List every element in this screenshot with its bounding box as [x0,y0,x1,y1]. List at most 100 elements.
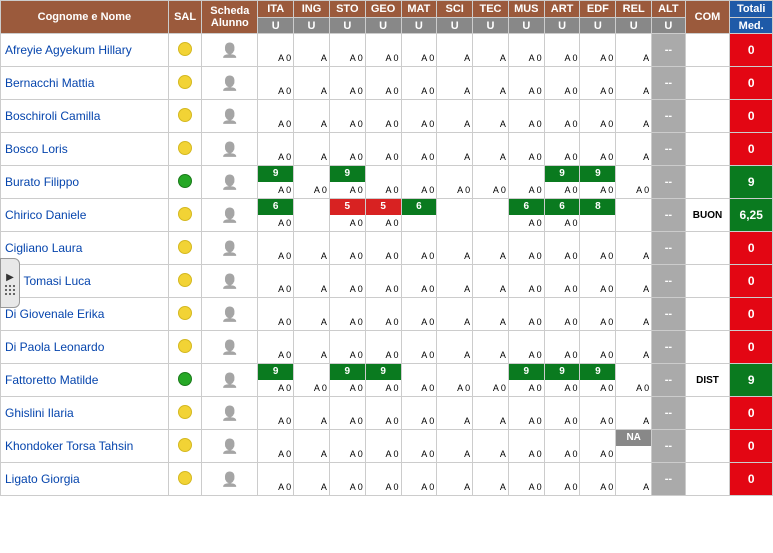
grade-cell[interactable]: A 0 [294,364,330,397]
grade-cell[interactable]: A 0 [508,67,544,100]
header-name[interactable]: Cognome e Nome [1,1,169,34]
student-name[interactable]: Cigliano Laura [1,232,169,265]
grade-cell[interactable]: A 0 [401,397,437,430]
grade-cell[interactable]: A [294,232,330,265]
grade-cell[interactable] [616,199,652,232]
header-subj-mat[interactable]: MAT [401,1,437,18]
grade-cell[interactable]: A 0 [508,166,544,199]
grade-cell[interactable] [473,199,509,232]
student-name[interactable]: Bernacchi Mattia [1,67,169,100]
scheda-alunno-button[interactable]: 👤 [202,463,258,496]
grade-cell[interactable]: A 0 [508,397,544,430]
grade-cell[interactable]: A 0 [365,298,401,331]
grade-cell[interactable]: A 0 [544,463,580,496]
grade-cell[interactable]: A 0 [329,430,365,463]
student-name[interactable]: Ghislini Ilaria [1,397,169,430]
grade-cell[interactable]: A 0 [401,133,437,166]
grade-cell[interactable]: A 0 [401,298,437,331]
grade-cell[interactable]: A [437,133,473,166]
grade-cell[interactable]: A [294,430,330,463]
grade-cell[interactable]: A [294,67,330,100]
header-subj-sto[interactable]: STO [329,1,365,18]
grade-cell[interactable]: A 0 [544,397,580,430]
scheda-alunno-button[interactable]: 👤 [202,100,258,133]
grade-cell[interactable]: A 0 [258,430,294,463]
grade-cell[interactable]: A 0 [258,34,294,67]
grade-cell[interactable]: A 0 [365,397,401,430]
student-name[interactable]: Di Giovenale Erika [1,298,169,331]
grade-cell[interactable]: A 0 [544,331,580,364]
grade-cell[interactable]: 6A 0 [544,199,580,232]
grade-cell[interactable]: NA [616,430,652,463]
grade-cell[interactable]: A 0 [365,166,401,199]
grade-cell[interactable]: A [294,133,330,166]
grade-cell[interactable]: A 0 [544,100,580,133]
grade-cell[interactable]: A 0 [616,166,652,199]
grade-cell[interactable]: A 0 [329,265,365,298]
grade-cell[interactable]: A [473,34,509,67]
grade-cell[interactable]: A 0 [580,100,616,133]
grade-cell[interactable]: A [294,463,330,496]
scheda-alunno-button[interactable]: 👤 [202,232,258,265]
grade-cell[interactable]: A [473,397,509,430]
grade-cell[interactable]: A 0 [580,331,616,364]
scheda-alunno-button[interactable]: 👤 [202,133,258,166]
grade-cell[interactable]: A [437,298,473,331]
grade-cell[interactable]: A 0 [365,331,401,364]
grade-cell[interactable]: A 0 [258,298,294,331]
grade-cell[interactable]: A [294,34,330,67]
grade-cell[interactable]: A 0 [544,265,580,298]
scheda-alunno-button[interactable]: 👤 [202,364,258,397]
grade-cell[interactable]: A 0 [544,67,580,100]
sal-status[interactable] [168,166,202,199]
grade-cell[interactable]: A 0 [258,232,294,265]
sal-status[interactable] [168,67,202,100]
grade-cell[interactable]: A 0 [401,34,437,67]
grade-cell[interactable]: A 0 [258,397,294,430]
grade-cell[interactable]: 9A 0 [508,364,544,397]
grade-cell[interactable]: A 0 [294,166,330,199]
grade-cell[interactable]: A 0 [258,133,294,166]
student-name[interactable]: Chirico Daniele [1,199,169,232]
grade-cell[interactable]: 9A 0 [580,166,616,199]
header-com[interactable]: COM [685,1,730,34]
grade-cell[interactable]: 9A 0 [329,166,365,199]
grade-cell[interactable]: A [294,331,330,364]
scheda-alunno-button[interactable]: 👤 [202,397,258,430]
grade-cell[interactable]: A 0 [401,67,437,100]
header-subj-ita[interactable]: ITA [258,1,294,18]
student-name[interactable]: Burato Filippo [1,166,169,199]
grade-cell[interactable]: 9A 0 [544,166,580,199]
sal-status[interactable] [168,232,202,265]
grade-cell[interactable]: A [437,67,473,100]
grade-cell[interactable]: A [473,331,509,364]
grade-cell[interactable]: A 0 [508,463,544,496]
grade-cell[interactable]: A 0 [580,265,616,298]
grade-cell[interactable]: A 0 [544,430,580,463]
header-scheda[interactable]: Scheda Alunno [202,1,258,34]
grade-cell[interactable]: A [473,67,509,100]
grade-cell[interactable]: A 0 [508,232,544,265]
grade-cell[interactable]: A 0 [508,100,544,133]
grade-cell[interactable]: A 0 [580,67,616,100]
grade-cell[interactable]: A 0 [544,232,580,265]
grade-cell[interactable]: A 0 [544,133,580,166]
grade-cell[interactable]: A [616,100,652,133]
sal-status[interactable] [168,331,202,364]
grade-cell[interactable]: 6A 0 [508,199,544,232]
grade-cell[interactable]: A [294,298,330,331]
grade-cell[interactable]: A 0 [329,232,365,265]
student-name[interactable]: Fattoretto Matilde [1,364,169,397]
header-subj-sci[interactable]: SCI [437,1,473,18]
grade-cell[interactable]: A 0 [580,133,616,166]
grade-cell[interactable]: A 0 [258,265,294,298]
header-subj-tec[interactable]: TEC [473,1,509,18]
grade-cell[interactable]: A 0 [437,166,473,199]
grade-cell[interactable]: A 0 [258,100,294,133]
grade-cell[interactable]: A [473,463,509,496]
grade-cell[interactable]: A [437,331,473,364]
sal-status[interactable] [168,199,202,232]
grade-cell[interactable]: A 0 [544,298,580,331]
grade-cell[interactable]: A 0 [401,331,437,364]
grade-cell[interactable]: 6A 0 [258,199,294,232]
